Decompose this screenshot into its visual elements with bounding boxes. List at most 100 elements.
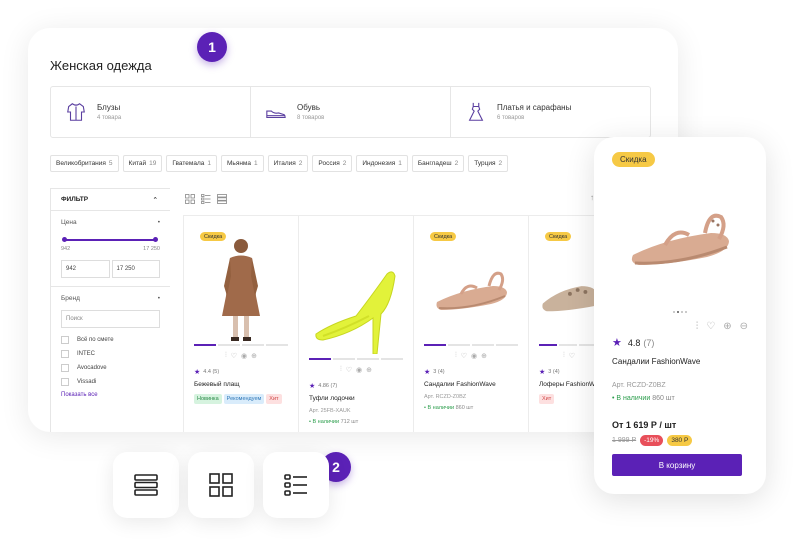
checkbox[interactable] bbox=[61, 364, 69, 372]
country-chip[interactable]: Гватемала 1 bbox=[166, 155, 218, 172]
product-name[interactable]: Бежевый плащ bbox=[194, 381, 288, 389]
stock-label: В наличии bbox=[312, 419, 340, 426]
product-image-coat[interactable] bbox=[194, 236, 288, 344]
product-image-loafers[interactable] bbox=[539, 236, 597, 344]
list-view-icon[interactable] bbox=[201, 194, 211, 204]
image-carousel-dots[interactable] bbox=[612, 311, 748, 313]
compare-icon[interactable]: ⫶ bbox=[696, 321, 699, 332]
compare-icon[interactable]: ⫶ bbox=[340, 366, 342, 374]
heart-icon[interactable]: ♡ bbox=[706, 321, 715, 332]
image-carousel-indicator[interactable] bbox=[309, 358, 403, 360]
more-icon[interactable]: ⊖ bbox=[740, 321, 748, 332]
image-carousel-indicator[interactable] bbox=[539, 344, 597, 346]
slider-handle-max[interactable] bbox=[153, 237, 158, 242]
filter-title: ФИЛЬТР bbox=[61, 196, 89, 203]
rating-value: 4.4 (5) bbox=[203, 369, 220, 375]
view-mode-detail-button[interactable] bbox=[263, 452, 329, 518]
show-all-link[interactable]: Показать все bbox=[61, 392, 160, 398]
chip-label: Россия bbox=[318, 160, 340, 167]
product-card[interactable]: Скидка ⫶♡ ★3 (4) Лоферы FashionWave DETA… bbox=[528, 215, 598, 432]
chip-label: Бангладеш bbox=[417, 160, 452, 167]
brand-option[interactable]: Avocadove bbox=[61, 364, 160, 372]
heart-icon[interactable]: ♡ bbox=[231, 352, 237, 360]
product-name[interactable]: Туфли лодочки bbox=[309, 395, 403, 403]
product-image-sandals[interactable] bbox=[424, 236, 518, 344]
category-row: Блузы 4 товара Обувь 8 товаров Платья и … bbox=[50, 86, 651, 138]
price-min-input[interactable]: 942 bbox=[61, 260, 110, 278]
quick-view-icon[interactable]: ⊕ bbox=[723, 321, 731, 332]
product-name[interactable]: Сандалии FashionWave bbox=[424, 381, 518, 389]
view-mode-grid-button[interactable] bbox=[188, 452, 254, 518]
heart-icon[interactable]: ♡ bbox=[569, 352, 575, 360]
brand-option[interactable]: Vissadi bbox=[61, 378, 160, 386]
product-name[interactable]: Лоферы FashionWave DETAIL LOAFERS bbox=[539, 381, 597, 389]
eye-icon[interactable]: ◉ bbox=[241, 352, 247, 360]
product-card[interactable]: Скидка ⫶ ♡ ◉ ⊕ ★ 3 (4) Сандалии FashionWave … bbox=[413, 215, 529, 432]
category-dresses[interactable]: Платья и сарафаны 6 товаров bbox=[451, 87, 650, 137]
rating-value: 4.8 bbox=[627, 337, 641, 348]
price-slider[interactable] bbox=[61, 232, 160, 248]
checkbox[interactable] bbox=[61, 336, 69, 344]
slider-handle-min[interactable] bbox=[62, 237, 67, 242]
compare-icon[interactable]: ⫶ bbox=[455, 352, 457, 360]
table-view-icon[interactable] bbox=[217, 194, 227, 204]
add-to-cart-button[interactable]: В корзину bbox=[612, 454, 742, 476]
category-name: Обувь bbox=[297, 103, 321, 112]
brand-section: Бренд • Поиск Всё по смете INTEC Avocadov… bbox=[51, 287, 170, 406]
product-rating: ★ 3 (4) bbox=[424, 368, 518, 376]
quick-view-icon[interactable]: ⊕ bbox=[251, 352, 257, 360]
discount-badge: -19% bbox=[640, 435, 664, 446]
quick-view-icon[interactable]: ⊕ bbox=[366, 366, 372, 374]
detail-list-icon bbox=[284, 474, 307, 496]
product-rating: ★ 4.86 (7) bbox=[309, 382, 403, 390]
heart-icon[interactable]: ♡ bbox=[346, 366, 352, 374]
checkbox[interactable] bbox=[61, 378, 69, 386]
chip-label: Турция bbox=[474, 160, 496, 167]
country-chip[interactable]: Россия 2 bbox=[312, 155, 353, 172]
product-stock: • В наличии 860 шт bbox=[612, 395, 748, 402]
brand-search-input[interactable]: Поиск bbox=[61, 310, 160, 328]
heart-icon[interactable]: ♡ bbox=[461, 352, 467, 360]
quick-view-icon[interactable]: ⊕ bbox=[481, 352, 487, 360]
product-price: От 1 619 Р / шт bbox=[612, 420, 677, 430]
tag-recommend: Рекомендуем bbox=[223, 394, 265, 405]
product-card[interactable]: Скидка ⫶ ♡ ◉ ⊕ ★ 4.4 (5) Бежевый плащ Новинк bbox=[183, 215, 299, 432]
country-chip[interactable]: Индонезия 1 bbox=[356, 155, 408, 172]
image-carousel-indicator[interactable] bbox=[424, 344, 518, 346]
country-chip[interactable]: Великобритания 5 bbox=[50, 155, 119, 172]
price-max-input[interactable]: 17 250 bbox=[111, 260, 160, 278]
dress-icon bbox=[465, 101, 487, 123]
country-chip[interactable]: Китай 19 bbox=[122, 155, 163, 172]
chip-label: Мьянма bbox=[227, 160, 252, 167]
product-name[interactable]: Сандалии FashionWave bbox=[612, 357, 748, 366]
eye-icon[interactable]: ◉ bbox=[471, 352, 477, 360]
star-icon: ★ bbox=[612, 337, 622, 349]
filter-panel: ФИЛЬТР ⌃ Цена • 942 17 250 942 17 250 Брен… bbox=[50, 188, 170, 432]
brand-option[interactable]: Всё по смете bbox=[61, 336, 160, 344]
collapse-dot-icon[interactable]: • bbox=[158, 219, 160, 226]
country-chip[interactable]: Бангладеш 2 bbox=[411, 155, 465, 172]
chip-label: Италия bbox=[273, 160, 296, 167]
grid-view-icon[interactable] bbox=[185, 194, 195, 204]
compare-icon[interactable]: ⫶ bbox=[225, 352, 227, 360]
brand-name: INTEC bbox=[77, 351, 95, 357]
collapse-dot-icon[interactable]: • bbox=[158, 295, 160, 302]
view-mode-list-button[interactable] bbox=[113, 452, 179, 518]
slider-track bbox=[63, 239, 156, 241]
star-icon: ★ bbox=[194, 369, 201, 376]
country-chip[interactable]: Италия 2 bbox=[267, 155, 309, 172]
checkbox[interactable] bbox=[61, 350, 69, 358]
image-carousel-indicator[interactable] bbox=[194, 344, 288, 346]
country-chip[interactable]: Мьянма 1 bbox=[221, 155, 264, 172]
tag-hit: Хит bbox=[266, 394, 282, 405]
country-chip[interactable]: Турция 2 bbox=[468, 155, 509, 172]
compare-icon[interactable]: ⫶ bbox=[563, 352, 565, 360]
product-image-sandals[interactable] bbox=[612, 175, 748, 303]
product-image-pumps[interactable] bbox=[309, 250, 403, 358]
eye-icon[interactable]: ◉ bbox=[356, 366, 362, 374]
brand-option[interactable]: INTEC bbox=[61, 350, 160, 358]
category-blouses[interactable]: Блузы 4 товара bbox=[51, 87, 251, 137]
category-shoes[interactable]: Обувь 8 товаров bbox=[251, 87, 451, 137]
product-card[interactable]: ⫶ ♡ ◉ ⊕ ★ 4.86 (7) Туфли лодочки Арт. 25FB-X… bbox=[298, 215, 414, 432]
filter-header[interactable]: ФИЛЬТР ⌃ bbox=[51, 189, 170, 211]
